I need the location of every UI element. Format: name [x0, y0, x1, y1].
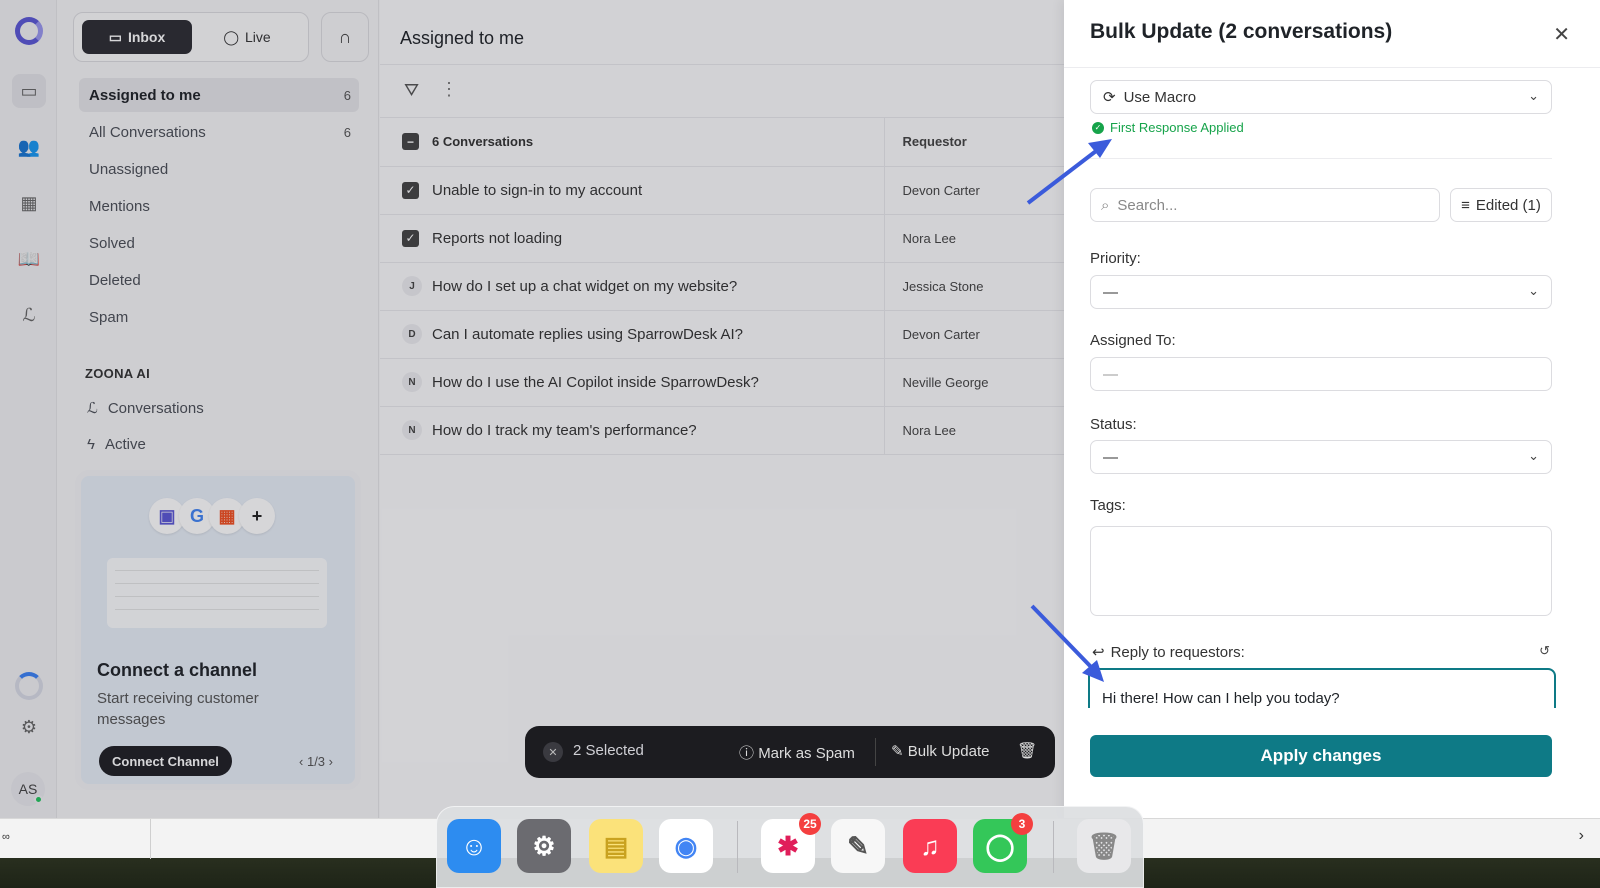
priority-value: —: [1103, 283, 1118, 301]
mark-as-spam-label: Mark as Spam: [758, 745, 855, 762]
check-circle-icon: ✓: [1092, 121, 1104, 134]
modal-backdrop[interactable]: [0, 0, 1064, 818]
textedit-icon[interactable]: ✎: [831, 819, 885, 873]
divider: [1064, 67, 1600, 68]
chrome-icon[interactable]: ◉: [659, 819, 713, 873]
bulk-update-button[interactable]: ✎ Bulk Update: [891, 742, 989, 760]
search-input[interactable]: ⌕ Search...: [1090, 188, 1440, 222]
reply-arrow-icon: ↩: [1092, 644, 1105, 661]
notes-icon[interactable]: ▤: [589, 819, 643, 873]
edit-icon: ✎: [891, 743, 904, 760]
filter-lines-icon: ≡: [1461, 196, 1470, 214]
tags-input[interactable]: [1090, 526, 1552, 616]
chevron-down-icon: ⌄: [1528, 88, 1539, 103]
reply-textarea[interactable]: Hi there! How can I help you today?: [1088, 668, 1556, 708]
selected-count: 2 Selected: [573, 742, 644, 759]
priority-select[interactable]: — ⌄: [1090, 275, 1552, 309]
trash-icon[interactable]: 🗑: [1017, 741, 1037, 761]
reply-label-text: Reply to requestors:: [1110, 643, 1245, 661]
dock-divider: [1053, 821, 1054, 873]
tags-label: Tags:: [1090, 497, 1126, 514]
divider: [1090, 158, 1552, 159]
macro-status: ✓ First Response Applied: [1092, 120, 1244, 135]
music-icon[interactable]: ♫: [903, 819, 957, 873]
trash-bin-icon[interactable]: 🗑: [1077, 819, 1131, 873]
panel-title: Bulk Update (2 conversations): [1090, 20, 1393, 43]
finder-icon[interactable]: ☺: [447, 819, 501, 873]
chevron-down-icon: ⌄: [1528, 448, 1539, 463]
slack-icon[interactable]: ✱ 25: [761, 813, 821, 873]
reset-icon[interactable]: ↺: [1539, 643, 1550, 659]
clear-selection-icon[interactable]: ✕: [543, 742, 563, 762]
app-window: ▭ 👥 ▦ 📖 ℒ ⚙ AS ▭ Inbox ◯ Live ∩ Assigned…: [0, 0, 1600, 818]
alert-circle-icon: ⓘ: [739, 745, 755, 762]
assigned-to-label: Assigned To:: [1090, 332, 1176, 349]
chevron-down-icon: ⌄: [1528, 283, 1539, 298]
search-icon: ⌕: [1101, 196, 1110, 214]
status-label: Status:: [1090, 416, 1137, 433]
divider: [875, 738, 876, 766]
bulk-action-bar: ✕ 2 Selected ⓘ Mark as Spam ✎ Bulk Updat…: [525, 726, 1055, 778]
messages-icon[interactable]: ◯ 3: [973, 813, 1033, 873]
dock-divider: [737, 821, 738, 873]
chevron-right-icon[interactable]: ›: [1579, 827, 1584, 845]
mark-as-spam-button[interactable]: ⓘ Mark as Spam: [739, 742, 855, 763]
macos-dock: ☺ ⚙ ▤ ◉ ✱ 25 ✎ ♫ ◯ 3 🗑: [436, 806, 1144, 888]
reply-to-requestors-label: ↩ Reply to requestors:: [1092, 643, 1245, 662]
status-select[interactable]: — ⌄: [1090, 440, 1552, 474]
messages-badge: 3: [1011, 813, 1033, 835]
assigned-to-input[interactable]: —: [1090, 357, 1552, 391]
bulk-update-panel: Bulk Update (2 conversations) ✕ ⟳ Use Ma…: [1064, 0, 1600, 818]
macro-icon: ⟳: [1103, 89, 1116, 106]
system-settings-icon[interactable]: ⚙: [517, 819, 571, 873]
status-value: —: [1103, 448, 1118, 466]
bulk-update-label: Bulk Update: [907, 743, 990, 760]
close-icon[interactable]: ✕: [1553, 22, 1570, 47]
macro-status-text: First Response Applied: [1110, 120, 1244, 135]
edited-filter-label: Edited (1): [1475, 196, 1541, 214]
assigned-to-value: —: [1103, 365, 1118, 383]
slack-badge: 25: [799, 813, 821, 835]
edited-filter-button[interactable]: ≡ Edited (1): [1450, 188, 1552, 222]
priority-label: Priority:: [1090, 250, 1141, 267]
infinity-icon: ∞: [2, 831, 10, 843]
divider: [150, 819, 151, 859]
apply-changes-button[interactable]: Apply changes: [1090, 735, 1552, 777]
use-macro-label: Use Macro: [1123, 88, 1197, 106]
search-placeholder: Search...: [1117, 196, 1178, 214]
use-macro-select[interactable]: ⟳ Use Macro ⌄: [1090, 80, 1552, 114]
